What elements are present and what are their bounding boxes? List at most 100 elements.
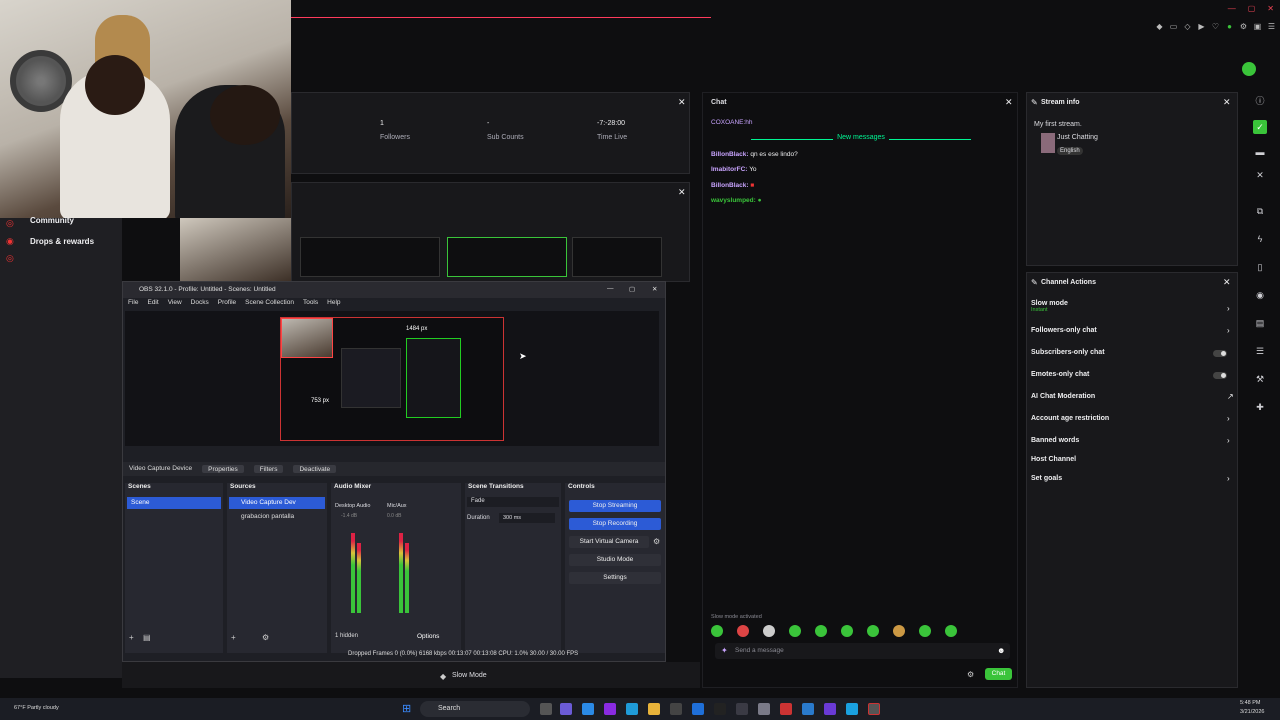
chat-username[interactable]: wavyslumped:: [711, 197, 756, 204]
app-icon[interactable]: [670, 703, 682, 715]
obs-preview[interactable]: 1484 px 753 px ➤: [125, 311, 659, 446]
info-icon[interactable]: ⓘ: [1253, 94, 1267, 108]
chevron-right-icon[interactable]: ›: [1227, 436, 1230, 445]
filters-button[interactable]: Filters: [253, 465, 284, 473]
app-icon[interactable]: [736, 703, 748, 715]
emote-icon[interactable]: [893, 625, 905, 637]
gear-icon[interactable]: ⚙: [653, 537, 660, 546]
app-icon[interactable]: [582, 703, 594, 715]
clock-time[interactable]: 5:48 PM: [1240, 700, 1260, 706]
close-icon[interactable]: ✕: [678, 97, 686, 108]
chat-icon[interactable]: ▤: [1253, 316, 1267, 330]
folder-icon[interactable]: [648, 703, 660, 715]
scene-item[interactable]: Scene: [127, 497, 221, 509]
obs-icon[interactable]: [868, 703, 880, 715]
chat-username[interactable]: BillonBlack:: [711, 182, 749, 189]
emote-icon[interactable]: [737, 625, 749, 637]
properties-button[interactable]: Properties: [202, 465, 244, 473]
app-icon[interactable]: [780, 703, 792, 715]
app-icon[interactable]: [846, 703, 858, 715]
action-set-goals[interactable]: Set goals: [1031, 475, 1062, 482]
app-icon[interactable]: [714, 703, 726, 715]
app-icon[interactable]: [560, 703, 572, 715]
list-icon[interactable]: ☰: [1253, 344, 1267, 358]
action-host-channel[interactable]: Host Channel: [1031, 456, 1076, 463]
subscribers-only-toggle[interactable]: [1213, 350, 1227, 357]
chevron-right-icon[interactable]: ›: [1227, 326, 1230, 335]
app-icon[interactable]: [824, 703, 836, 715]
chevron-right-icon[interactable]: ›: [1227, 474, 1230, 483]
capture-icon[interactable]: ⧉: [1253, 204, 1267, 218]
menu-edit[interactable]: Edit: [147, 299, 158, 311]
emote-icon[interactable]: [789, 625, 801, 637]
taskbar-search[interactable]: Search: [420, 701, 530, 717]
windows-icon[interactable]: ⊞: [402, 703, 414, 715]
app-icon[interactable]: [802, 703, 814, 715]
add-icon[interactable]: +: [129, 633, 134, 642]
settings-icon[interactable]: ⚙: [967, 670, 974, 679]
action-slow-mode[interactable]: Slow mode Instant: [1031, 300, 1068, 313]
close-icon[interactable]: ✕: [1267, 4, 1274, 13]
close-icon[interactable]: ✕: [1005, 97, 1013, 108]
maximize-icon[interactable]: ▢: [629, 285, 635, 293]
stop-recording-button[interactable]: Stop Recording: [569, 518, 661, 530]
close-icon[interactable]: ✕: [1223, 97, 1231, 108]
emote-icon[interactable]: [841, 625, 853, 637]
trash-icon[interactable]: ▤: [143, 633, 151, 642]
add-icon[interactable]: +: [231, 633, 236, 642]
menu-file[interactable]: File: [128, 299, 138, 311]
eye-icon[interactable]: ◉: [1253, 288, 1267, 302]
chat-input[interactable]: Send a message: [715, 643, 1010, 659]
maximize-icon[interactable]: ▢: [1248, 4, 1256, 13]
minimize-icon[interactable]: —: [607, 285, 614, 292]
notification-icon[interactable]: ◇: [1183, 22, 1192, 31]
chevron-right-icon[interactable]: ›: [1227, 414, 1230, 423]
menu-icon[interactable]: ☰: [1267, 22, 1276, 31]
virtual-camera-button[interactable]: Start Virtual Camera: [569, 536, 649, 548]
chat-username[interactable]: ImabitorFC:: [711, 166, 747, 173]
clock-date[interactable]: 3/21/2026: [1240, 709, 1264, 715]
weather-widget[interactable]: 67°F Partly cloudy: [14, 705, 59, 711]
emote-icon[interactable]: [815, 625, 827, 637]
duration-input[interactable]: 300 ms: [499, 513, 555, 523]
heart-icon[interactable]: ♡: [1211, 22, 1220, 31]
chat-username[interactable]: BillonBlack:: [711, 151, 749, 158]
minimize-icon[interactable]: —: [1228, 4, 1236, 13]
emote-icon[interactable]: [945, 625, 957, 637]
menu-profile[interactable]: Profile: [218, 299, 236, 311]
check-icon[interactable]: ✓: [1253, 120, 1267, 134]
preview-source[interactable]: 1484 px 753 px: [280, 317, 504, 441]
emote-icon[interactable]: [867, 625, 879, 637]
sidebar-item-community[interactable]: Community: [30, 216, 74, 225]
chevron-right-icon[interactable]: ›: [1227, 304, 1230, 313]
emote-picker-icon[interactable]: ☻: [997, 646, 1005, 655]
lightning-icon[interactable]: ϟ: [1253, 232, 1267, 246]
channel-desktop-audio[interactable]: Desktop Audio: [335, 503, 370, 509]
profile-icon[interactable]: ▣: [1253, 22, 1262, 31]
chat-send-button[interactable]: Chat: [985, 668, 1012, 680]
app-icon[interactable]: [758, 703, 770, 715]
mixer-options-button[interactable]: Options: [417, 633, 439, 640]
menu-tools[interactable]: Tools: [303, 299, 318, 311]
avatar[interactable]: [1242, 62, 1256, 76]
sidebar-item-drops[interactable]: Drops & rewards: [30, 237, 94, 246]
stop-streaming-button[interactable]: Stop Streaming: [569, 500, 661, 512]
studio-mode-button[interactable]: Studio Mode: [569, 554, 661, 566]
source-item[interactable]: grabacion pantalla: [241, 513, 294, 520]
emote-icon[interactable]: [711, 625, 723, 637]
close-icon[interactable]: ✕: [678, 187, 686, 198]
close-icon[interactable]: ✕: [1253, 168, 1267, 182]
external-link-icon[interactable]: ↗: [1227, 392, 1234, 401]
menu-scene-collection[interactable]: Scene Collection: [245, 299, 294, 311]
extension-icon[interactable]: ◆: [1155, 22, 1164, 31]
settings-button[interactable]: Settings: [569, 572, 661, 584]
channel-mic-aux[interactable]: Mic/Aux: [387, 503, 407, 509]
deactivate-button[interactable]: Deactivate: [293, 465, 337, 473]
source-item[interactable]: Video Capture Dev: [229, 497, 325, 509]
action-subscribers-only[interactable]: Subscribers-only chat: [1031, 349, 1105, 356]
action-emotes-only[interactable]: Emotes-only chat: [1031, 371, 1089, 378]
emote-icon[interactable]: [763, 625, 775, 637]
clip-icon[interactable]: ▯: [1253, 260, 1267, 274]
puzzle-icon[interactable]: ✚: [1253, 400, 1267, 414]
emote-icon[interactable]: [919, 625, 931, 637]
